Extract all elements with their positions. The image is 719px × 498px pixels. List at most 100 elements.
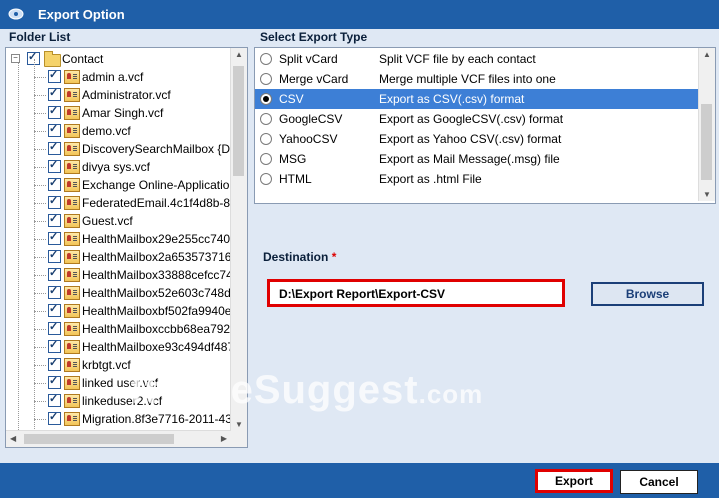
vcard-icon [64, 358, 80, 372]
tree-connector [34, 347, 35, 365]
item-checkbox[interactable] [48, 86, 61, 101]
export-option-row[interactable]: Merge vCard Merge multiple VCF files into… [255, 69, 698, 89]
radio-button[interactable] [260, 73, 272, 85]
vcard-icon [64, 106, 80, 120]
item-checkbox[interactable] [48, 392, 61, 407]
tree-root-row[interactable]: − Contact [6, 50, 231, 68]
tree-item-label: HealthMailbox2a6535737160 [82, 250, 231, 264]
tree-connector [34, 77, 35, 95]
scroll-up-arrow-icon[interactable]: ▲ [703, 50, 711, 59]
tree-item[interactable]: HealthMailboxbf502fa9940e4 [6, 293, 231, 320]
vcard-icon [64, 286, 80, 300]
tree-item[interactable]: HealthMailbox33888cefcc744 [6, 257, 231, 284]
tree-connector [34, 59, 35, 77]
export-type-scrollbar[interactable]: ▲ ▼ [698, 48, 715, 201]
tree-item[interactable]: Guest.vcf [6, 203, 231, 230]
tree-item[interactable]: demo.vcf [6, 113, 231, 140]
tree-item[interactable]: HealthMailbox29e255cc740a [6, 221, 231, 248]
item-checkbox[interactable] [48, 158, 61, 173]
export-option-description: Export as .html File [379, 172, 482, 186]
item-checkbox[interactable] [48, 374, 61, 389]
item-checkbox[interactable] [48, 104, 61, 119]
tree-item[interactable]: HealthMailbox2a6535737160 [6, 239, 231, 266]
collapse-icon[interactable]: − [11, 54, 20, 63]
item-checkbox[interactable] [48, 356, 61, 371]
tree-item-label: krbtgt.vcf [82, 358, 131, 372]
item-checkbox[interactable] [48, 302, 61, 317]
scroll-right-arrow-icon[interactable]: ▶ [221, 434, 227, 443]
export-option-name: MSG [279, 152, 307, 166]
tree-connector [34, 185, 46, 186]
destination-path-value: D:\Export Report\Export-CSV [279, 287, 446, 301]
tree-item-label: Amar Singh.vcf [82, 106, 164, 120]
radio-button[interactable] [260, 113, 272, 125]
folder-list-label: Folder List [9, 30, 71, 44]
item-checkbox[interactable] [48, 284, 61, 299]
tree-item[interactable]: divya sys.vcf [6, 149, 231, 176]
window-title: Export Option [38, 7, 125, 22]
tree-item[interactable]: Exchange Online-Application [6, 167, 231, 194]
tree-connector [34, 185, 35, 203]
export-option-name: Split vCard [279, 52, 338, 66]
radio-button[interactable] [260, 153, 272, 165]
tree-connector [34, 95, 46, 96]
tree-item[interactable]: HealthMailbox52e603c748d0 [6, 275, 231, 302]
tree-connector [34, 275, 46, 276]
browse-button[interactable]: Browse [591, 282, 704, 306]
tree-item[interactable]: DiscoverySearchMailbox {D9 [6, 131, 231, 158]
item-checkbox[interactable] [48, 176, 61, 191]
item-checkbox[interactable] [48, 230, 61, 245]
item-checkbox[interactable] [48, 212, 61, 227]
tree-item[interactable]: Administrator.vcf [6, 77, 231, 104]
tree-hscroll-thumb[interactable] [24, 434, 174, 444]
export-option-row[interactable]: MSG Export as Mail Message(.msg) file [255, 149, 698, 169]
export-option-name: CSV [279, 92, 304, 106]
item-checkbox[interactable] [48, 410, 61, 425]
item-checkbox[interactable] [48, 266, 61, 281]
export-type-scroll-thumb[interactable] [701, 104, 712, 180]
export-option-row[interactable]: HTML Export as .html File [255, 169, 698, 189]
item-checkbox[interactable] [48, 338, 61, 353]
cancel-button[interactable]: Cancel [620, 470, 698, 494]
destination-path-input[interactable]: D:\Export Report\Export-CSV [267, 279, 565, 307]
tree-item[interactable]: Amar Singh.vcf [6, 95, 231, 122]
export-option-row[interactable]: Split vCard Split VCF file by each contac… [255, 49, 698, 69]
export-option-row[interactable]: GoogleCSV Export as GoogleCSV(.csv) forma… [255, 109, 698, 129]
scroll-down-arrow-icon[interactable]: ▼ [703, 190, 711, 199]
vcard-icon [64, 322, 80, 336]
radio-button[interactable] [260, 93, 272, 105]
export-option-row[interactable]: YahooCSV Export as Yahoo CSV(.csv) format [255, 129, 698, 149]
tree-item[interactable]: FederatedEmail.4c1f4d8b-81 [6, 185, 231, 212]
item-checkbox[interactable] [48, 122, 61, 137]
tree-connector [34, 293, 46, 294]
export-type-list[interactable]: Split vCard Split VCF file by each contac… [254, 47, 716, 204]
item-checkbox[interactable] [48, 320, 61, 335]
tree-item-label: demo.vcf [82, 124, 131, 138]
item-checkbox[interactable] [48, 248, 61, 263]
item-checkbox[interactable] [48, 194, 61, 209]
tree-horizontal-scrollbar[interactable]: ◀ ▶ [6, 430, 231, 447]
radio-button[interactable] [260, 53, 272, 65]
tree-item-label: admin a.vcf [82, 70, 144, 84]
tree-item[interactable]: HealthMailboxe93c494df4874 [6, 329, 231, 356]
item-checkbox[interactable] [48, 68, 61, 83]
title-bar: Export Option [0, 0, 719, 30]
radio-button[interactable] [260, 173, 272, 185]
tree-vscroll-thumb[interactable] [233, 66, 244, 176]
vcard-icon [64, 394, 80, 408]
tree-item[interactable]: admin a.vcf [6, 59, 231, 86]
vcard-icon [64, 88, 80, 102]
scroll-up-arrow-icon[interactable]: ▲ [235, 50, 243, 59]
tree-connector [34, 167, 35, 185]
scroll-down-arrow-icon[interactable]: ▼ [235, 420, 243, 429]
vcard-icon [64, 412, 80, 426]
item-checkbox[interactable] [48, 140, 61, 155]
scroll-left-arrow-icon[interactable]: ◀ [10, 434, 16, 443]
radio-button[interactable] [260, 133, 272, 145]
tree-item[interactable]: HealthMailboxccbb68ea7928 [6, 311, 231, 338]
export-option-row[interactable]: CSV Export as CSV(.csv) format [255, 89, 698, 109]
tree-connector [34, 365, 46, 366]
export-option-description: Export as Yahoo CSV(.csv) format [379, 132, 562, 146]
export-button[interactable]: Export [535, 469, 613, 493]
tree-connector [34, 311, 35, 329]
